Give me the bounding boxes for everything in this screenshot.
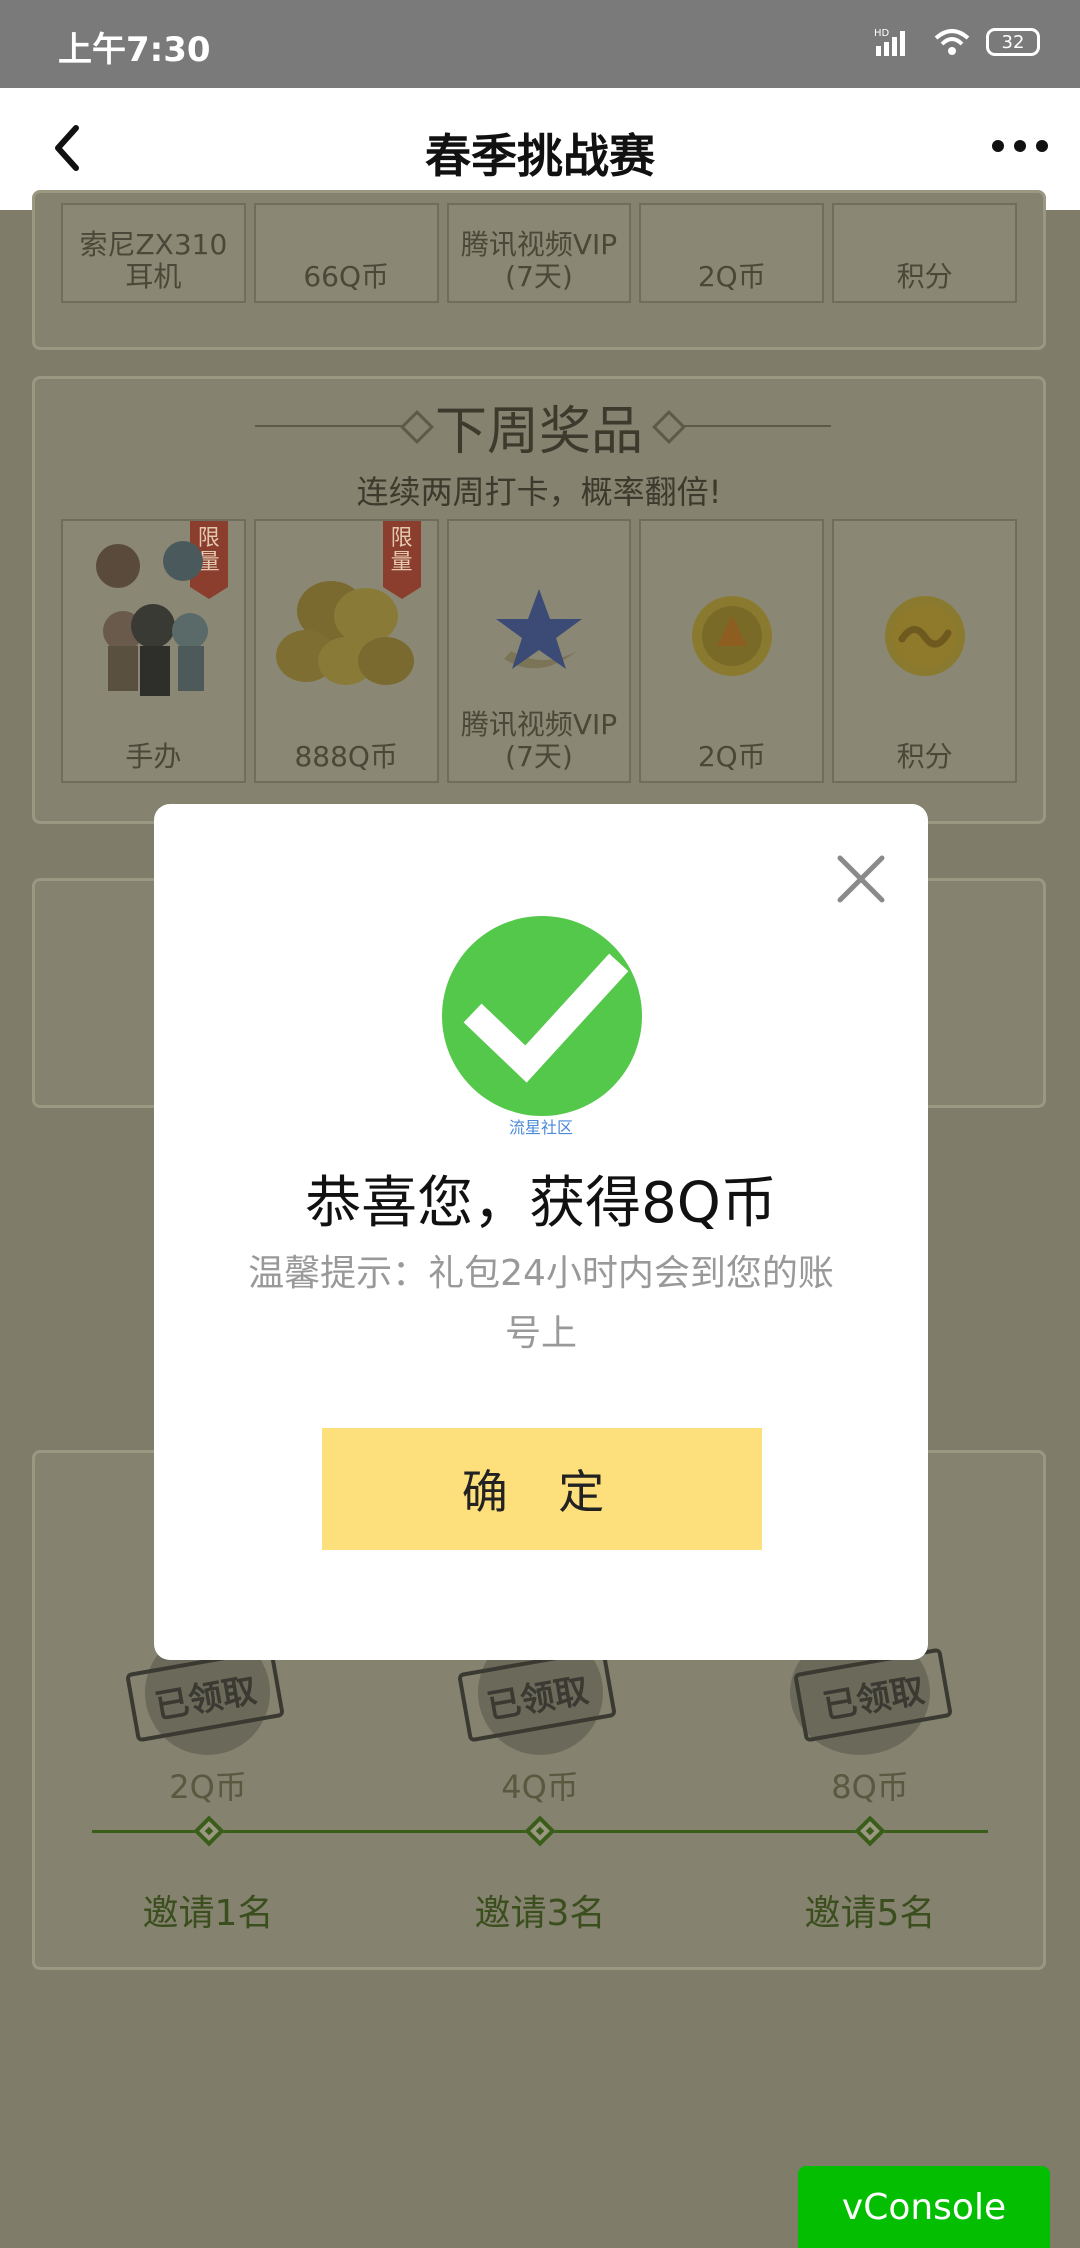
prize-cell: 积分 (832, 203, 1017, 303)
title-divider-right (681, 425, 831, 427)
prize-cell-figurine: 限量 手办 (61, 519, 246, 783)
next-week-prizes-panel: 下周奖品 连续两周打卡，概率翻倍! 限量 手办 限量 888Q币 腾讯视频VIP… (32, 376, 1046, 824)
status-time: 上午7:30 (58, 30, 211, 70)
points-icon (884, 596, 965, 676)
status-bar: 上午7:30 HD 32 (0, 0, 1080, 88)
page-title: 春季挑战赛 (425, 129, 655, 183)
coin-icon (691, 596, 772, 676)
reward-amount: 8Q币 (831, 1768, 909, 1806)
prize-cell-vip: 腾讯视频VIP (7天) (446, 519, 632, 783)
confirm-button[interactable]: 确 定 (322, 1428, 762, 1550)
more-options-icon[interactable] (988, 126, 1052, 166)
prize-cell: 2Q币 (639, 203, 825, 303)
prize-cell-points: 积分 (832, 519, 1017, 783)
prize-cell: 腾讯视频VIP (7天) (446, 203, 632, 303)
gold-coins-icon (276, 581, 415, 685)
dialog-headline: 恭喜您，获得8Q币 (305, 1171, 777, 1236)
section-title: 下周奖品 (434, 402, 643, 462)
success-check-icon (442, 916, 642, 1116)
svg-text:HD: HD (874, 28, 890, 39)
figurine-icon (96, 541, 209, 696)
prize-cell-2-coins: 2Q币 (639, 519, 825, 783)
signal-icon: HD (874, 28, 905, 56)
reward-amount: 2Q币 (169, 1768, 247, 1806)
close-icon[interactable] (834, 852, 888, 906)
prize-cell-888-coins: 限量 888Q币 (253, 519, 439, 783)
watermark-text: 流星社区 (508, 1118, 573, 1137)
invite-requirement: 邀请1名 (142, 1893, 274, 1934)
invite-requirement: 邀请5名 (804, 1893, 936, 1934)
star-icon (495, 589, 582, 669)
section-subtitle: 连续两周打卡，概率翻倍! (356, 473, 722, 511)
this-week-prizes-panel: 索尼ZX310 耳机 66Q币 腾讯视频VIP (7天) 2Q币 积分 (32, 190, 1046, 350)
battery-icon: 32 (986, 28, 1040, 56)
dialog-hint: 温馨提示：礼包24小时内会到您的账号上 (248, 1253, 834, 1354)
vconsole-button[interactable]: vConsole (798, 2166, 1050, 2248)
reward-success-dialog: 流星社区 恭喜您，获得8Q币 温馨提示：礼包24小时内会到您的账号上 确 定 (154, 804, 928, 1660)
status-icons: HD 32 (874, 26, 1040, 58)
reward-amount: 4Q币 (501, 1768, 579, 1806)
wifi-icon (934, 29, 970, 55)
prize-cell: 66Q币 (253, 203, 439, 303)
prize-cell: 索尼ZX310 耳机 (61, 203, 246, 303)
invite-requirement: 邀请3名 (474, 1893, 606, 1934)
